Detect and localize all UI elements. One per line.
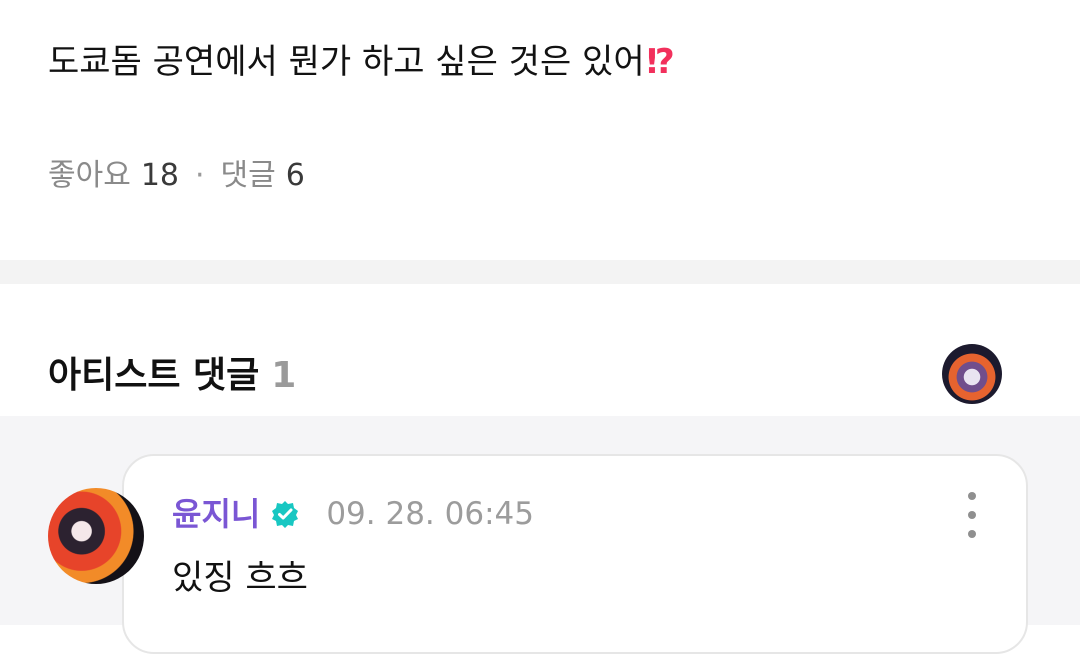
more-dot [968, 511, 976, 519]
likes-label[interactable]: 좋아요 [48, 158, 131, 193]
comment-timestamp: 09. 28. 06:45 [326, 496, 534, 532]
post-text: 도쿄돔 공연에서 뭔가 하고 싶은 것은 있어⁉ [48, 34, 675, 90]
verified-badge-icon [270, 499, 300, 529]
section-divider [0, 260, 1080, 284]
likes-count: 18 [140, 158, 179, 193]
comment-text: 있징 흐흐 [172, 558, 308, 598]
post-stats: 좋아요 18 · 댓글 6 [48, 154, 305, 198]
comment-author-avatar[interactable] [48, 488, 144, 584]
artist-comments-label: 아티스트 댓글 [48, 355, 260, 396]
artist-avatar[interactable] [942, 344, 1002, 404]
comment-card: 윤지니 09. 28. 06:45 있징 흐흐 [122, 454, 1028, 654]
comments-count: 6 [285, 158, 305, 193]
comment-author-name[interactable]: 윤지니 [172, 492, 260, 536]
interrobang-emoji-icon: ⁉ [646, 42, 675, 82]
artist-comments-count: 1 [271, 355, 297, 396]
comments-label[interactable]: 댓글 [221, 158, 276, 193]
comment-author-line: 윤지니 09. 28. 06:45 [172, 492, 534, 536]
stats-separator: · [195, 158, 205, 193]
more-dot [968, 530, 976, 538]
artist-comments-title: 아티스트 댓글 1 [48, 349, 296, 403]
post-body: 도쿄돔 공연에서 뭔가 하고 싶은 것은 있어 [48, 42, 645, 82]
more-dot [968, 492, 976, 500]
more-vertical-icon[interactable] [960, 492, 984, 538]
